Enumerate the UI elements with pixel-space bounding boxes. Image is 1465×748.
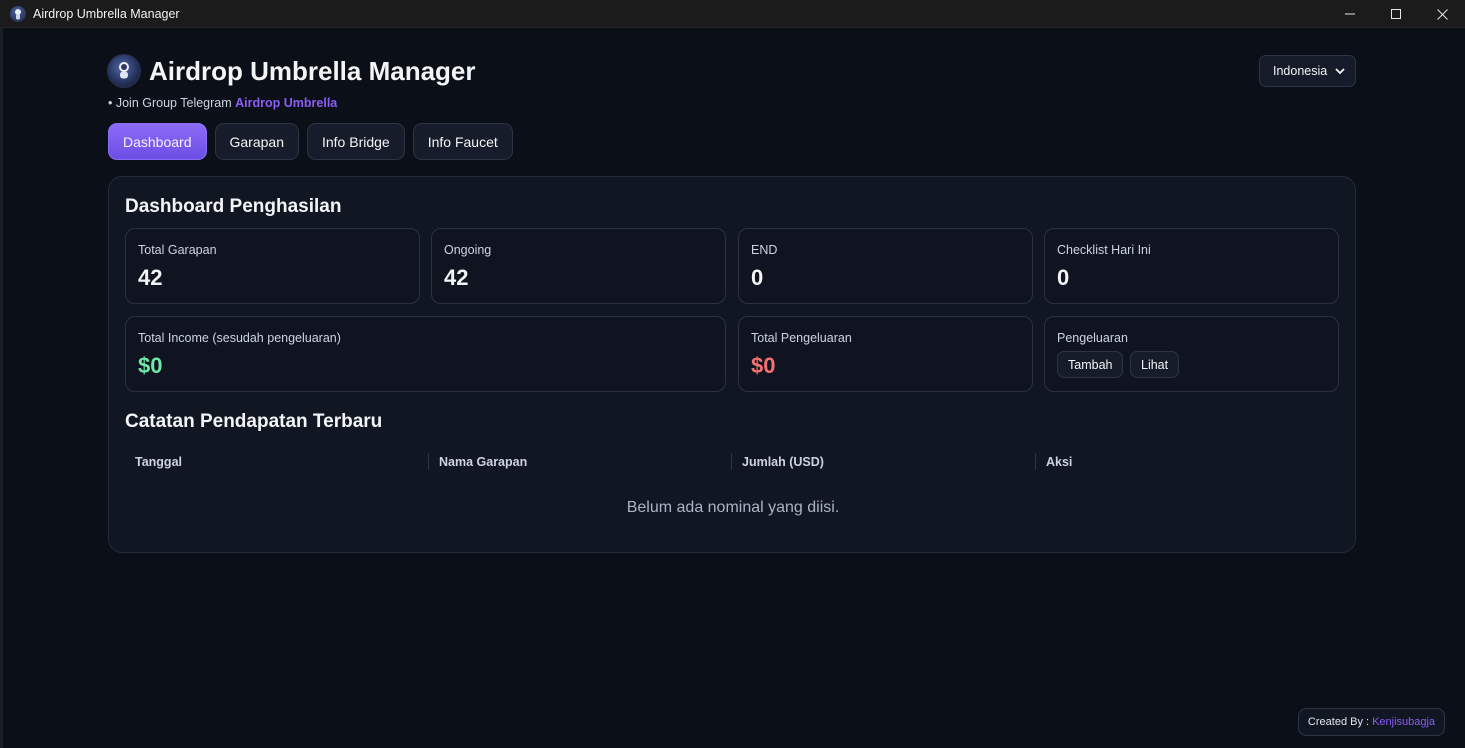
income-card: Total Income (sesudah pengeluaran) $0: [125, 316, 726, 392]
join-prefix: • Join Group Telegram: [108, 96, 232, 110]
stat-card-end: END 0: [738, 228, 1033, 304]
column-header-jumlah[interactable]: Jumlah (USD): [742, 453, 824, 471]
stat-label: Total Garapan: [138, 243, 217, 257]
stat-label: Checklist Hari Ini: [1057, 243, 1151, 257]
close-icon[interactable]: [1419, 0, 1465, 28]
dashboard-panel: Dashboard Penghasilan Total Garapan 42 O…: [108, 176, 1356, 553]
window-title: Airdrop Umbrella Manager: [33, 6, 180, 21]
telegram-join-line: • Join Group Telegram Airdrop Umbrella: [108, 96, 337, 110]
stat-value: 0: [1057, 265, 1070, 290]
stat-card-ongoing: Ongoing 42: [431, 228, 726, 304]
credit-badge: Created By : Kenjisubagja: [1298, 708, 1445, 736]
column-divider: [428, 453, 429, 470]
language-selected: Indonesia: [1273, 64, 1328, 78]
app-title: Airdrop Umbrella Manager: [149, 56, 476, 86]
stat-card-checklist: Checklist Hari Ini 0: [1044, 228, 1339, 304]
window-titlebar: Airdrop Umbrella Manager: [0, 0, 1465, 28]
chevron-down-icon: [1334, 65, 1346, 80]
stat-value: 0: [751, 265, 764, 290]
column-header-tanggal[interactable]: Tanggal: [135, 453, 182, 471]
author-link[interactable]: Kenjisubagja: [1372, 716, 1435, 728]
tab-garapan[interactable]: Garapan: [214, 123, 299, 160]
telegram-group-link[interactable]: Airdrop Umbrella: [235, 96, 337, 110]
maximize-icon[interactable]: [1373, 0, 1419, 28]
credit-label: Created By :: [1307, 716, 1370, 728]
stat-card-total-garapan: Total Garapan 42: [125, 228, 420, 304]
income-value: $0: [138, 353, 163, 378]
records-title: Catatan Pendapatan Terbaru: [125, 411, 383, 432]
empty-records-message: Belum ada nominal yang diisi.: [626, 499, 840, 516]
window-edge: [0, 28, 3, 748]
column-divider: [731, 453, 732, 470]
expense-actions-card: Pengeluaran Tambah Lihat: [1044, 316, 1339, 392]
tab-info-bridge[interactable]: Info Bridge: [306, 123, 405, 160]
income-label: Total Income (sesudah pengeluaran): [138, 331, 341, 345]
add-expense-button[interactable]: Tambah: [1057, 351, 1124, 378]
tab-dashboard[interactable]: Dashboard: [108, 123, 207, 160]
expenses-card: Total Pengeluaran $0: [738, 316, 1033, 392]
minimize-icon[interactable]: [1327, 0, 1373, 28]
astronaut-icon: [10, 5, 26, 22]
expenses-value: $0: [751, 353, 776, 378]
expense-actions-label: Pengeluaran: [1057, 331, 1128, 345]
astronaut-logo-icon: [108, 55, 140, 87]
stat-label: END: [751, 243, 778, 257]
main-tabs: Dashboard Garapan Info Bridge Info Fauce…: [108, 123, 513, 160]
stat-value: 42: [444, 265, 469, 290]
column-header-aksi[interactable]: Aksi: [1046, 453, 1072, 471]
column-header-nama-garapan[interactable]: Nama Garapan: [439, 453, 527, 471]
stat-label: Ongoing: [444, 243, 492, 257]
tab-info-faucet[interactable]: Info Faucet: [412, 123, 513, 160]
stat-value: 42: [138, 265, 163, 290]
language-select[interactable]: Indonesia: [1259, 55, 1356, 87]
expenses-label: Total Pengeluaran: [751, 331, 852, 345]
view-expenses-button[interactable]: Lihat: [1130, 351, 1180, 378]
dashboard-title: Dashboard Penghasilan: [125, 196, 342, 217]
column-divider: [1035, 453, 1036, 470]
